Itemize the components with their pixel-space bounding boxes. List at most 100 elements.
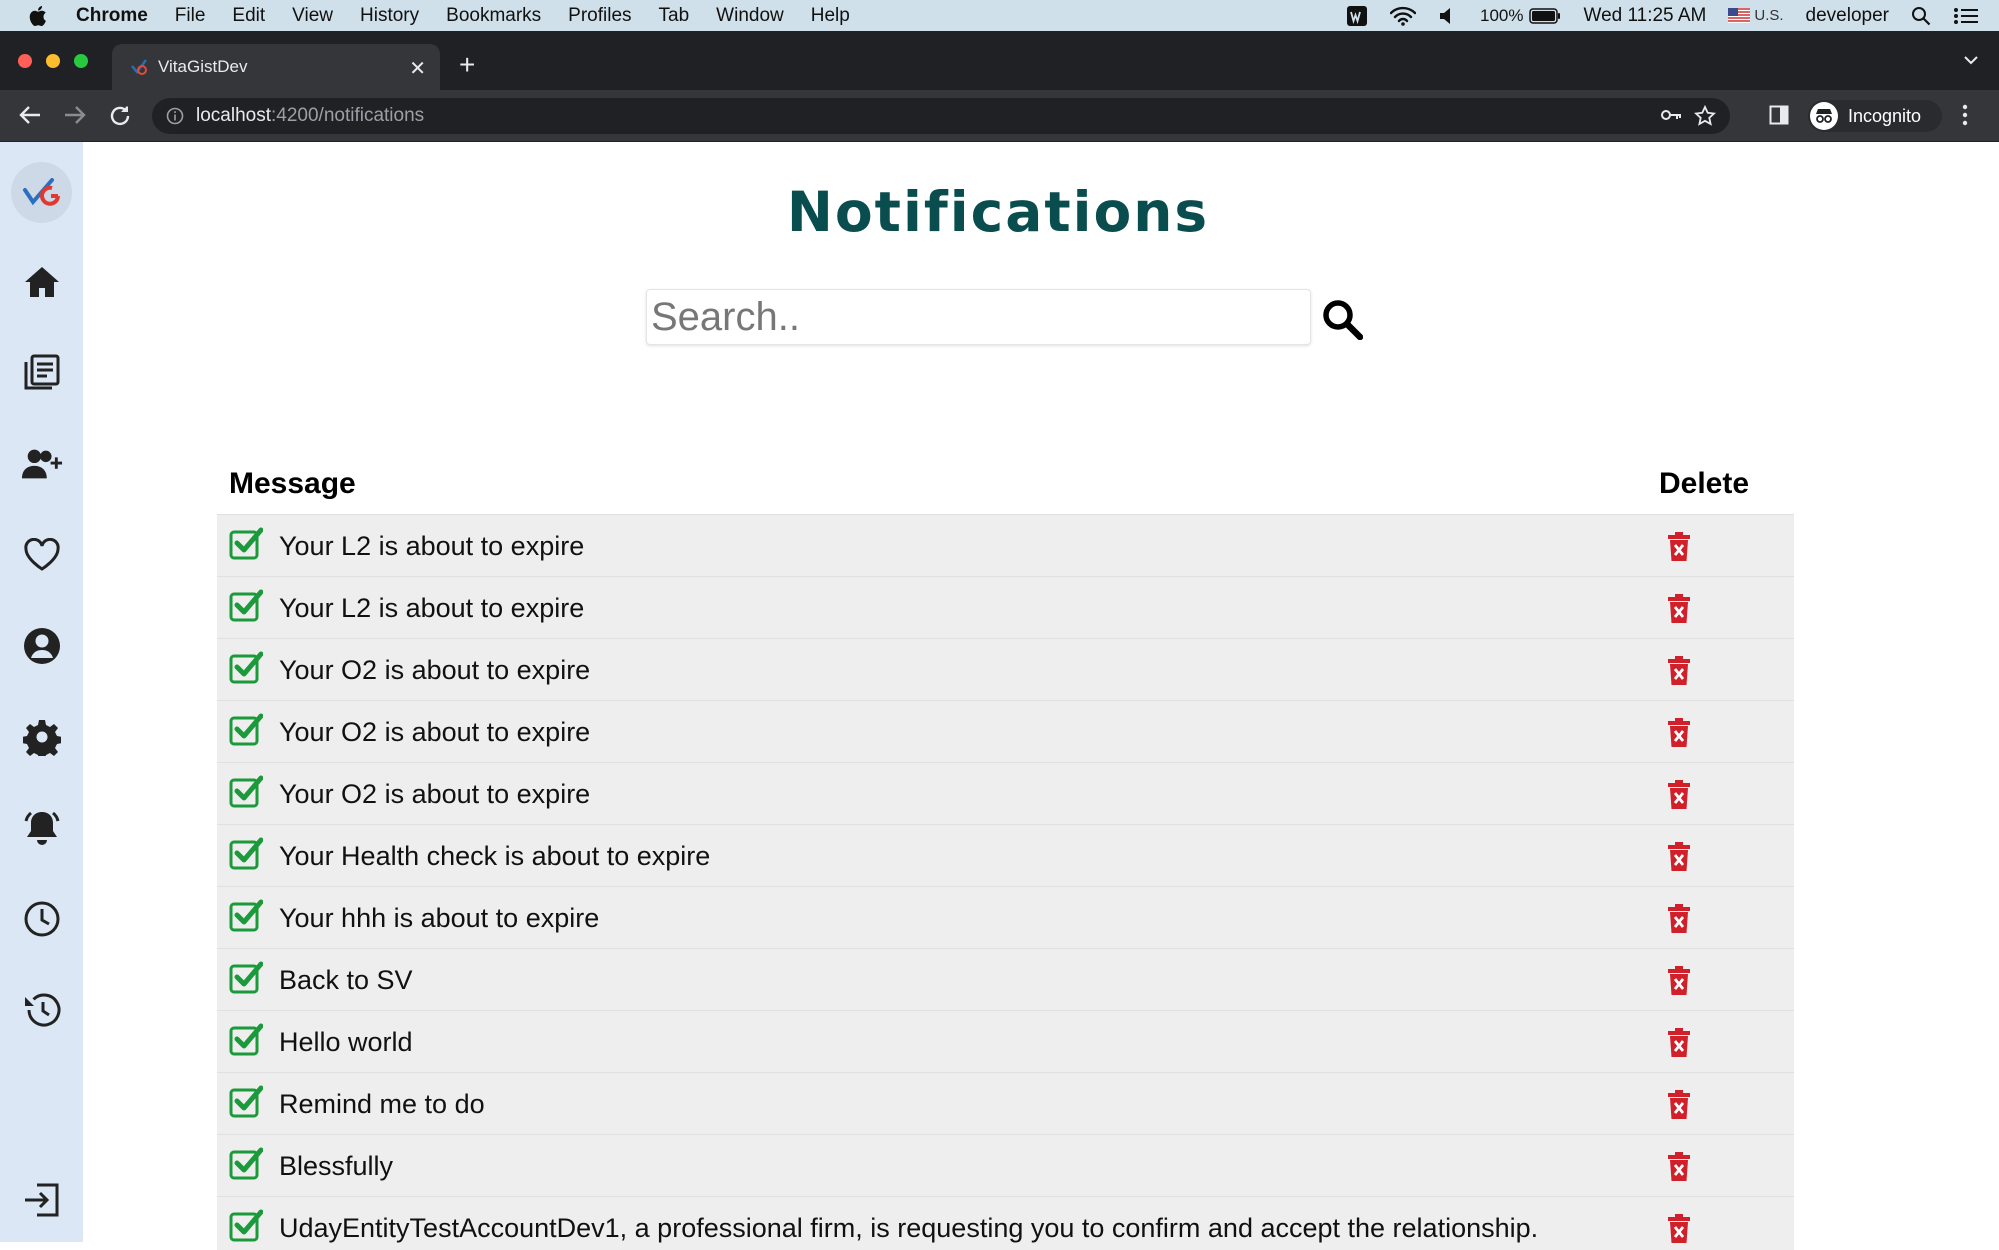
menu-profiles[interactable]: Profiles	[568, 5, 631, 27]
sidebar-notifications-bell-icon[interactable]	[21, 807, 63, 849]
delete-trash-icon[interactable]	[1667, 656, 1691, 686]
notifications-page: Notifications Message Delete Your L2 is …	[83, 142, 1999, 1250]
tab-search-chevron-icon[interactable]	[1963, 55, 1979, 65]
menu-view[interactable]: View	[292, 5, 333, 27]
delete-trash-icon[interactable]	[1667, 780, 1691, 810]
notifications-rows: Your L2 is about to expire Your L2 is abo…	[217, 514, 1794, 1250]
sidebar-logout-icon[interactable]	[21, 1179, 63, 1221]
notification-message: Back to SV	[279, 965, 413, 995]
delete-trash-icon[interactable]	[1667, 718, 1691, 748]
check-icon[interactable]	[229, 651, 264, 685]
check-icon[interactable]	[229, 713, 264, 747]
delete-trash-icon[interactable]	[1667, 594, 1691, 624]
favicon-icon	[131, 59, 147, 75]
macos-menubar: Chrome File Edit View History Bookmarks …	[0, 0, 1999, 31]
wifi-icon[interactable]	[1390, 6, 1416, 26]
check-icon[interactable]	[229, 589, 264, 623]
browser-toolbar: localhost:4200/notifications Incognito	[0, 90, 1999, 142]
table-row: Your Health check is about to expire	[217, 824, 1794, 886]
menubar-user[interactable]: developer	[1806, 5, 1889, 27]
menu-app-chrome[interactable]: Chrome	[76, 5, 148, 27]
search-icon	[1323, 300, 1363, 340]
delete-trash-icon[interactable]	[1667, 1214, 1691, 1244]
table-row: Your L2 is about to expire	[217, 514, 1794, 576]
delete-trash-icon[interactable]	[1667, 1028, 1691, 1058]
sidebar-profile-icon[interactable]	[21, 625, 63, 667]
menu-tab[interactable]: Tab	[659, 5, 690, 27]
check-icon[interactable]	[229, 961, 264, 995]
delete-trash-icon[interactable]	[1667, 1152, 1691, 1182]
forward-arrow-icon[interactable]	[63, 104, 87, 126]
search-bar	[646, 289, 1363, 345]
browser-menu-icon[interactable]	[1962, 103, 1968, 127]
window-minimize-button[interactable]	[46, 54, 60, 68]
check-icon[interactable]	[229, 1147, 264, 1181]
new-tab-icon[interactable]: +	[459, 51, 475, 79]
battery-icon[interactable]	[1529, 7, 1561, 24]
column-header-delete: Delete	[1659, 467, 1750, 500]
volume-icon[interactable]	[1438, 6, 1458, 26]
delete-trash-icon[interactable]	[1667, 1090, 1691, 1120]
check-icon[interactable]	[229, 1023, 264, 1057]
sidebar-history-icon[interactable]	[21, 989, 63, 1031]
sidebar-clock-icon[interactable]	[21, 898, 63, 940]
sidebar-settings-icon[interactable]	[21, 716, 63, 758]
tab-close-icon[interactable]: ✕	[409, 56, 426, 81]
window-close-button[interactable]	[18, 54, 32, 68]
keyboard-input-source[interactable]: U.S.	[1728, 7, 1784, 24]
address-bar[interactable]: localhost:4200/notifications	[152, 98, 1730, 134]
check-icon[interactable]	[229, 1209, 264, 1243]
table-row: Back to SV	[217, 948, 1794, 1010]
search-button[interactable]	[1319, 296, 1365, 342]
notification-message: Your hhh is about to expire	[279, 903, 600, 933]
menu-window[interactable]: Window	[716, 5, 784, 27]
incognito-icon	[1810, 102, 1838, 130]
menu-bookmarks[interactable]: Bookmarks	[446, 5, 541, 27]
table-header: Message Delete	[217, 455, 1794, 514]
us-flag-icon	[1728, 8, 1751, 23]
notification-message: Your O2 is about to expire	[279, 717, 591, 747]
control-center-icon[interactable]	[1953, 6, 1979, 26]
menu-file[interactable]: File	[175, 5, 206, 27]
delete-trash-icon[interactable]	[1667, 966, 1691, 996]
notification-message: UdayEntityTestAccountDev1, a professiona…	[279, 1213, 1539, 1243]
reload-icon[interactable]	[108, 104, 132, 128]
url-path: :4200/notifications	[271, 105, 425, 126]
check-icon[interactable]	[229, 899, 264, 933]
column-header-message: Message	[229, 467, 356, 500]
delete-trash-icon[interactable]	[1667, 532, 1691, 562]
spotlight-search-icon[interactable]	[1911, 6, 1931, 26]
sidebar-documents-icon[interactable]	[21, 352, 63, 394]
vitagist-logo[interactable]	[11, 162, 72, 223]
delete-trash-icon[interactable]	[1667, 904, 1691, 934]
side-panel-icon[interactable]	[1769, 105, 1789, 125]
check-icon[interactable]	[229, 527, 264, 561]
bookmark-star-icon[interactable]	[1694, 105, 1716, 127]
menu-history[interactable]: History	[360, 5, 419, 27]
page-title: Notifications	[786, 180, 1210, 244]
delete-trash-icon[interactable]	[1667, 842, 1691, 872]
check-icon[interactable]	[229, 837, 264, 871]
password-key-icon[interactable]	[1660, 106, 1682, 124]
back-arrow-icon[interactable]	[18, 104, 42, 126]
app-sidebar	[0, 142, 83, 1242]
incognito-profile-button[interactable]: Incognito	[1808, 100, 1942, 132]
browser-tab-active[interactable]: VitaGistDev ✕	[112, 44, 440, 90]
check-icon[interactable]	[229, 1085, 264, 1119]
search-input[interactable]	[646, 289, 1311, 345]
menu-edit[interactable]: Edit	[232, 5, 265, 27]
apple-logo-icon[interactable]	[28, 4, 50, 28]
sidebar-heart-icon[interactable]	[21, 534, 63, 576]
check-icon[interactable]	[229, 775, 264, 809]
menu-help[interactable]: Help	[811, 5, 850, 27]
table-row: Your O2 is about to expire	[217, 700, 1794, 762]
window-zoom-button[interactable]	[74, 54, 88, 68]
clock-datetime[interactable]: Wed 11:25 AM	[1583, 5, 1706, 27]
w-extension-icon[interactable]	[1346, 5, 1368, 27]
notification-message: Your L2 is about to expire	[279, 531, 585, 561]
sidebar-add-user-icon[interactable]	[21, 443, 63, 485]
site-info-icon[interactable]	[166, 107, 184, 125]
table-row: Your L2 is about to expire	[217, 576, 1794, 638]
table-row: Your O2 is about to expire	[217, 638, 1794, 700]
sidebar-home-icon[interactable]	[21, 261, 63, 303]
